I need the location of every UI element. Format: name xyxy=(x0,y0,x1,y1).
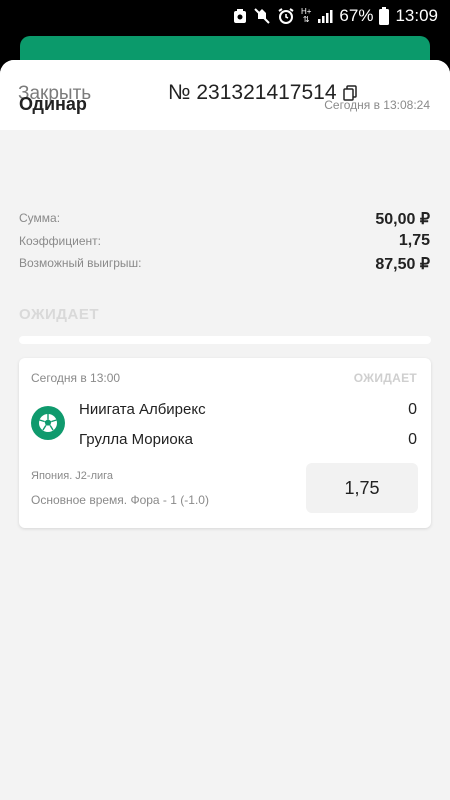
league-name: Япония. J2-лига xyxy=(31,470,114,482)
notification-icon xyxy=(233,8,247,24)
alarm-icon xyxy=(277,7,295,25)
network-arrows-icon: ⇅ xyxy=(302,15,310,24)
coefficient-value: 1,75 xyxy=(398,232,430,249)
coefficient-label: Коэффициент: xyxy=(19,234,101,248)
event-status: ОЖИДАЕТ xyxy=(353,371,417,385)
status-icons: H+ ⇅ 67% 13:09 xyxy=(233,5,438,27)
score-away: 0 xyxy=(408,431,417,448)
clock: 13:09 xyxy=(395,6,438,25)
market-name: Основное время. Фора - 1 (-1.0) xyxy=(31,493,209,507)
bet-status: ОЖИДАЕТ xyxy=(19,306,99,323)
bet-placed-time: Сегодня в 13:08:24 xyxy=(324,98,430,112)
possible-win-value: 87,50 ₽ xyxy=(375,256,430,273)
score-home: 0 xyxy=(408,401,417,418)
team-home: Ниигата Албирекс xyxy=(79,401,206,418)
signal-icon xyxy=(317,8,333,24)
soccer-ball-icon xyxy=(31,406,65,440)
mute-icon xyxy=(253,7,271,25)
odds-value: 1,75 xyxy=(344,477,380,498)
battery-icon xyxy=(379,7,390,25)
event-time: Сегодня в 13:00 xyxy=(31,371,121,385)
battery-percent: 67% xyxy=(339,6,374,25)
odds-box: 1,75 xyxy=(306,463,418,513)
stake-label: Сумма: xyxy=(19,211,61,225)
possible-win-label: Возможный выигрыш: xyxy=(19,256,142,270)
ticket-number-label: № 231321417514 xyxy=(168,81,337,104)
stake-value: 50,00 ₽ xyxy=(375,211,430,228)
event-card[interactable]: Сегодня в 13:00 ОЖИДАЕТ Ниигата Албирекс… xyxy=(19,358,431,528)
bet-progress-bar xyxy=(19,336,431,344)
team-away: Грулла Мориока xyxy=(79,431,193,448)
network-type-icon: H+ ⇅ xyxy=(301,8,311,24)
status-bar: H+ ⇅ 67% 13:09 xyxy=(0,0,450,32)
bet-type: Одинар xyxy=(19,94,87,114)
